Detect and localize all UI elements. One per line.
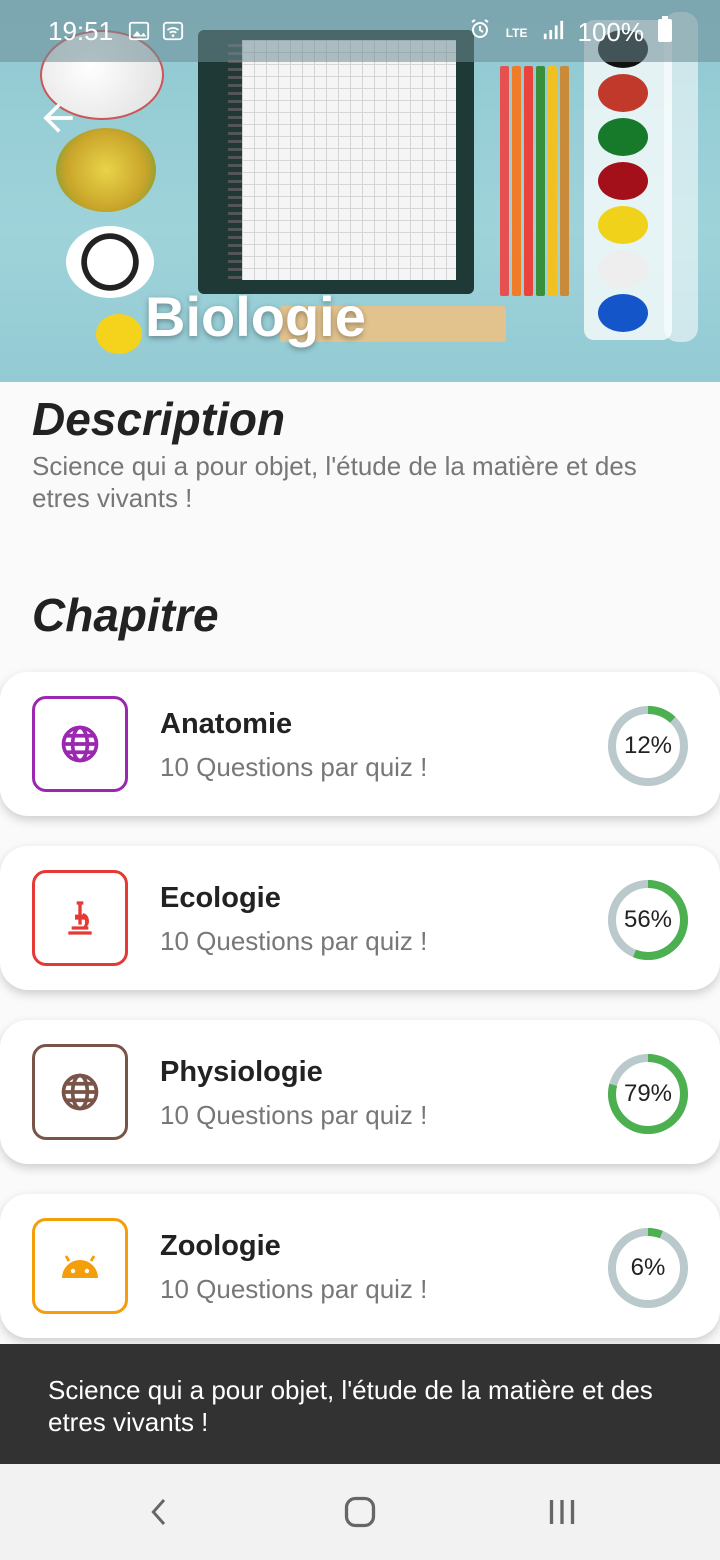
nav-home-icon bbox=[344, 1496, 376, 1528]
android-icon bbox=[62, 1255, 98, 1278]
system-nav-bar bbox=[0, 1464, 720, 1560]
chapter-title: Anatomie bbox=[160, 708, 293, 740]
globe-icon bbox=[61, 1073, 99, 1111]
status-time: 19:51 bbox=[48, 16, 114, 46]
signal-icon bbox=[542, 17, 564, 48]
header-banner: 19:51 LTE 100% Biologie bbox=[0, 0, 720, 382]
chapter-icon-box bbox=[32, 696, 128, 792]
chapter-subtitle: 10 Questions par quiz ! bbox=[160, 752, 428, 782]
battery-icon bbox=[658, 16, 672, 49]
progress-label: 12% bbox=[623, 732, 673, 759]
chapter-subtitle: 10 Questions par quiz ! bbox=[160, 1100, 428, 1130]
battery-percent: 100% bbox=[577, 17, 645, 47]
chapters-heading: Chapitre bbox=[32, 589, 219, 641]
chapter-title: Ecologie bbox=[160, 882, 281, 914]
image-icon bbox=[128, 18, 150, 49]
description-heading: Description bbox=[32, 393, 286, 445]
arrow-left-icon bbox=[43, 103, 73, 133]
lte-label: LTE bbox=[505, 25, 528, 40]
progress-label: 79% bbox=[623, 1080, 673, 1107]
progress-label: 56% bbox=[623, 906, 673, 933]
chapter-subtitle: 10 Questions par quiz ! bbox=[160, 926, 428, 956]
alarm-icon bbox=[468, 17, 492, 48]
chapter-card-zoologie[interactable]: Zoologie 10 Questions par quiz ! 6% bbox=[0, 1194, 720, 1338]
chapter-title: Physiologie bbox=[160, 1056, 323, 1088]
chapter-card-ecologie[interactable]: Ecologie 10 Questions par quiz ! 56% bbox=[0, 846, 720, 990]
nav-recents-button[interactable] bbox=[536, 1486, 588, 1538]
nav-home-button[interactable] bbox=[334, 1486, 386, 1538]
globe-icon bbox=[61, 725, 99, 763]
chapter-icon-box bbox=[32, 1218, 128, 1314]
chapter-title: Zoologie bbox=[160, 1230, 281, 1262]
chapter-card-physiologie[interactable]: Physiologie 10 Questions par quiz ! 79% bbox=[0, 1020, 720, 1164]
chapter-card-anatomie[interactable]: Anatomie 10 Questions par quiz ! 12% bbox=[0, 672, 720, 816]
chapter-icon-box bbox=[32, 870, 128, 966]
snackbar: Science qui a pour objet, l'étude de la … bbox=[0, 1344, 720, 1464]
page-title: Biologie bbox=[145, 285, 366, 348]
snackbar-text: Science qui a pour objet, l'étude de la … bbox=[48, 1375, 653, 1437]
back-button[interactable] bbox=[36, 96, 80, 140]
chapter-subtitle: 10 Questions par quiz ! bbox=[160, 1274, 428, 1304]
wifi-icon bbox=[162, 18, 184, 49]
nav-back-button[interactable] bbox=[134, 1486, 186, 1538]
status-bar: 19:51 LTE 100% bbox=[0, 0, 720, 62]
nav-back-icon bbox=[151, 1499, 166, 1525]
microscope-icon bbox=[68, 901, 92, 935]
progress-label: 6% bbox=[630, 1254, 666, 1281]
description-text: Science qui a pour objet, l'étude de la … bbox=[32, 451, 637, 513]
chapter-icon-box bbox=[32, 1044, 128, 1140]
nav-recents-icon bbox=[549, 1500, 575, 1524]
